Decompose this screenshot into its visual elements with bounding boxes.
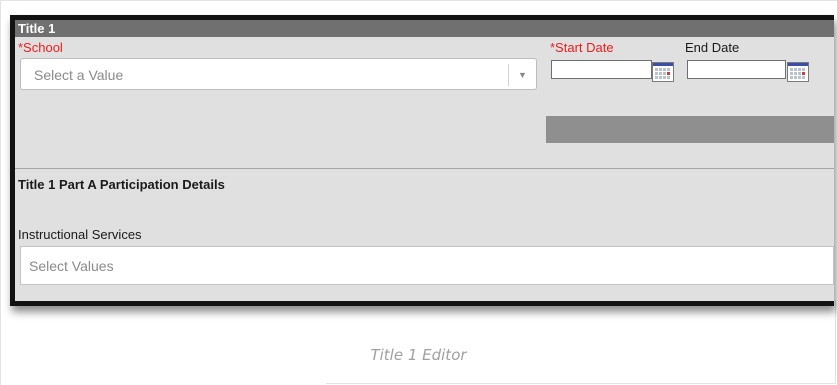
section-divider [15,168,834,169]
instructional-services-select[interactable]: Select Values [20,246,834,285]
section-heading: Title 1 Part A Participation Details [18,177,225,192]
calendar-icon[interactable] [652,62,674,82]
figure-caption: Title 1 Editor [370,346,467,364]
dropdown-arrow-icon[interactable]: ▼ [508,64,536,86]
page: Title 1 *School Select a Value ▼ *Start … [0,0,837,385]
frame-line-top [0,0,837,1]
school-label: *School [18,40,63,55]
school-select-placeholder: Select a Value [34,67,124,83]
school-select[interactable]: Select a Value ▼ [20,58,537,90]
gray-bar [546,116,834,143]
caption-frame [326,300,836,384]
start-date-label: *Start Date [550,40,614,55]
panel-title: Title 1 [15,20,834,37]
calendar-icon[interactable] [787,62,809,82]
end-date-label: End Date [685,40,740,55]
end-date-input[interactable] [687,60,786,79]
frame-line-left [0,0,1,385]
start-date-input[interactable] [551,60,652,79]
title1-editor-panel: Title 1 *School Select a Value ▼ *Start … [10,15,834,306]
instructional-services-placeholder: Select Values [29,258,114,274]
instructional-services-label: Instructional Services [18,227,142,242]
